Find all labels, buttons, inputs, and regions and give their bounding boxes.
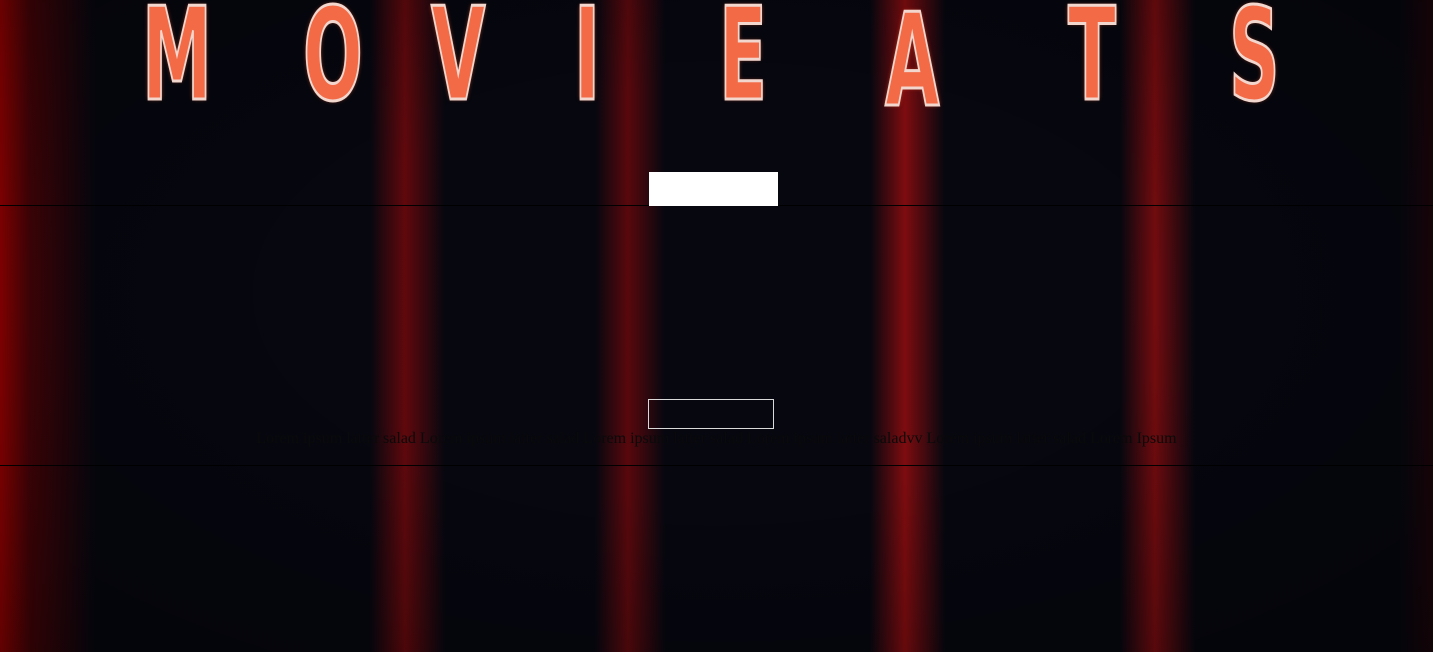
logo-letter-t: T [1067,0,1117,130]
logo-letter-o: O [302,0,363,130]
nav-menu-box[interactable] [649,172,778,206]
hero-description: Lorem ipsum latter salad Lorem ipsum lat… [256,430,1177,447]
logo-letter-i: I [573,0,601,130]
logo-letter-v: V [430,0,486,130]
logo-letter-a: A [884,0,940,136]
logo-letter-m: M [141,0,213,130]
section-divider [0,465,1433,466]
hero-button[interactable] [648,399,774,429]
logo-letter-e: E [718,0,768,130]
hero-background: M O V I E A T S Lorem ipsum latter salad… [0,0,1433,652]
logo-letter-s: S [1228,0,1280,130]
movie-eats-logo: M O V I E A T S [0,0,1433,130]
